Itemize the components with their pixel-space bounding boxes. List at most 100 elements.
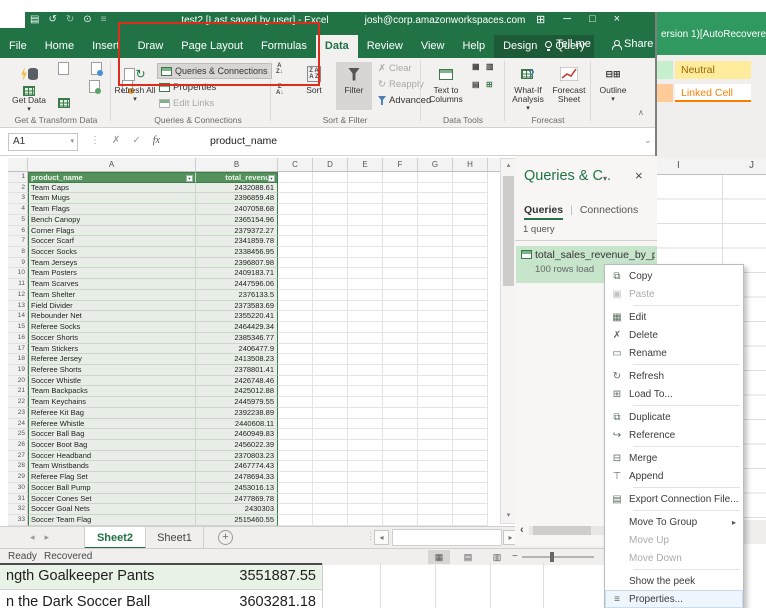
table-row[interactable]: 10 Team Posters 2409183.71 — [8, 268, 488, 280]
revenue-cell[interactable]: 2467774.43 — [196, 461, 278, 473]
product-name-cell[interactable]: Team Scarves — [28, 279, 196, 290]
filter-button[interactable]: Filter — [336, 62, 372, 110]
revenue-cell[interactable]: 2432088.61 — [196, 182, 278, 194]
context-menu-item[interactable]: ⊤ Append — [605, 467, 743, 485]
ribbon-tab[interactable]: Design — [494, 35, 547, 58]
product-name-cell[interactable]: Soccer Goal Nets — [28, 504, 196, 515]
table-row[interactable]: 3 Team Mugs 2396859.48 — [8, 193, 488, 205]
column-header[interactable]: B — [196, 158, 278, 171]
context-menu-item[interactable]: Move Down — [605, 549, 743, 567]
row-number[interactable]: 1 — [8, 172, 28, 183]
revenue-cell[interactable]: 2378801.41 — [196, 364, 278, 376]
product-name-cell[interactable]: Soccer Socks — [28, 247, 196, 258]
product-name-cell[interactable]: Team Stickers — [28, 343, 196, 355]
row-number[interactable]: 31 — [8, 493, 28, 505]
column-header[interactable]: C — [278, 158, 313, 171]
product-name-cell[interactable]: Bench Canopy — [28, 214, 196, 226]
row-number[interactable]: 23 — [8, 407, 28, 419]
row-number[interactable]: 27 — [8, 450, 28, 462]
collapse-ribbon-icon[interactable]: ∧ — [638, 108, 644, 117]
revenue-cell[interactable]: 2355220.41 — [196, 311, 278, 323]
clear-button[interactable]: ✗ Clear — [378, 63, 412, 74]
touch-mode-icon[interactable]: ⊙ — [83, 14, 91, 25]
row-number[interactable]: 20 — [8, 375, 28, 387]
context-menu-item[interactable]: ⊟ Merge — [605, 449, 743, 467]
scroll-down-icon[interactable]: ▾ — [501, 509, 516, 523]
table-row[interactable]: 31 Soccer Cones Set 2477869.78 — [8, 493, 488, 505]
table-row[interactable]: 11 Team Scarves 2447596.06 — [8, 279, 488, 290]
table-row[interactable]: 26 Soccer Boot Bag 2456022.39 — [8, 439, 488, 451]
existing-connections-icon[interactable] — [91, 62, 104, 76]
product-name-cell[interactable]: Soccer Headband — [28, 450, 196, 462]
context-menu-item[interactable]: ▤ Export Connection File... — [605, 490, 743, 508]
table-row[interactable]: 13 Field Divider 2373583.69 — [8, 300, 488, 312]
page-layout-view-icon[interactable]: ▤ — [457, 550, 479, 564]
table-row[interactable]: 5 Bench Canopy 2365154.96 — [8, 214, 488, 226]
revenue-cell[interactable]: 2478694.33 — [196, 472, 278, 483]
table-row[interactable]: 7 Soccer Scarf 2341859.78 — [8, 236, 488, 248]
what-if-analysis-button[interactable]: ? What-If Analysis — [508, 62, 548, 113]
product-name-cell[interactable]: Soccer Ball Bag — [28, 429, 196, 440]
expand-formula-bar-icon[interactable]: ⌄ — [644, 135, 652, 146]
outline-button[interactable]: ⊟⊞ Outline — [596, 62, 630, 104]
revenue-cell[interactable]: 2515460.55 — [196, 515, 278, 526]
product-name-cell[interactable]: Soccer Cones Set — [28, 493, 196, 505]
customize-qat-icon[interactable]: ≡ — [101, 14, 107, 25]
product-name-cell[interactable]: Team Mugs — [28, 193, 196, 205]
data-validation-icon[interactable]: ▤ — [472, 81, 480, 89]
product-name-cell[interactable]: Team Wristbands — [28, 461, 196, 473]
revenue-cell[interactable]: 2376133.5 — [196, 289, 278, 301]
table-row[interactable]: 19 Referee Shorts 2378801.41 — [8, 364, 488, 376]
row-number[interactable]: 33 — [8, 515, 28, 526]
status-recovered[interactable]: Recovered — [44, 551, 92, 562]
product-name-cell[interactable]: Soccer Team Flag — [28, 515, 196, 526]
row-number[interactable]: 9 — [8, 257, 28, 269]
context-menu-item[interactable]: ▭ Rename — [605, 344, 743, 362]
cell-style-linked-cell[interactable]: Linked Cell — [675, 84, 751, 102]
redo-icon[interactable]: ↻ — [66, 14, 74, 25]
revenue-cell[interactable]: 2341859.78 — [196, 236, 278, 248]
product-name-cell[interactable]: Team Backpacks — [28, 386, 196, 398]
new-sheet-icon[interactable]: + — [218, 530, 233, 545]
cell-style-good-fragment[interactable] — [657, 61, 673, 79]
ribbon-tab[interactable]: View — [412, 35, 454, 58]
table-row[interactable]: 20 Soccer Whistle 2426748.46 — [8, 375, 488, 387]
product-name-cell[interactable]: Referee Shorts — [28, 364, 196, 376]
from-table-icon[interactable] — [88, 80, 101, 94]
revenue-cell[interactable]: 2477869.78 — [196, 493, 278, 505]
column-header[interactable]: F — [383, 158, 418, 171]
row-number[interactable]: 7 — [8, 236, 28, 248]
revenue-cell[interactable]: 2406477.9 — [196, 343, 278, 355]
table-row[interactable]: 12 Team Shelter 2376133.5 — [8, 289, 488, 301]
cell-style-neutral[interactable]: Neutral — [675, 61, 751, 79]
product-name-cell[interactable]: Rebounder Net — [28, 311, 196, 323]
ribbon-tab[interactable]: Help — [453, 35, 494, 58]
revenue-cell[interactable]: 2407058.68 — [196, 204, 278, 215]
table-row[interactable]: 21 Team Backpacks 2425012.88 — [8, 386, 488, 398]
row-number[interactable]: 2 — [8, 182, 28, 194]
context-menu-item[interactable]: ⧉ Copy — [605, 267, 743, 285]
row-number[interactable]: 10 — [8, 268, 28, 280]
page-break-view-icon[interactable]: ▥ — [486, 550, 508, 564]
sheet-nav-arrows[interactable]: ◂▸ — [30, 532, 59, 543]
get-data-button[interactable]: Get Data — [6, 62, 52, 114]
product-name-cell[interactable]: Team Shelter — [28, 289, 196, 301]
row-number[interactable]: 22 — [8, 397, 28, 408]
edit-links-button[interactable]: Edit Links — [159, 98, 214, 109]
product-name-cell[interactable]: Soccer Shorts — [28, 332, 196, 344]
filter-dropdown-icon[interactable]: ▼ — [268, 174, 275, 182]
row-number[interactable]: 4 — [8, 204, 28, 215]
revenue-cell[interactable]: 2365154.96 — [196, 214, 278, 226]
revenue-cell[interactable]: 2426748.46 — [196, 375, 278, 387]
insert-function-icon[interactable]: fx — [153, 135, 160, 146]
context-menu-item[interactable]: Show the peek — [605, 572, 743, 590]
row-number[interactable]: 29 — [8, 472, 28, 483]
scroll-left-icon[interactable]: ‹ — [520, 524, 524, 536]
table-header-product[interactable]: product_name ▼ — [28, 172, 196, 183]
hscroll-left-icon[interactable]: ◂ — [374, 530, 389, 545]
table-row[interactable]: 15 Referee Socks 2464429.34 — [8, 322, 488, 333]
column-header[interactable]: E — [348, 158, 383, 171]
filter-dropdown-icon[interactable]: ▼ — [186, 174, 193, 182]
table-row[interactable]: 8 Soccer Socks 2338456.95 — [8, 247, 488, 258]
revenue-cell[interactable]: 2453016.13 — [196, 482, 278, 494]
